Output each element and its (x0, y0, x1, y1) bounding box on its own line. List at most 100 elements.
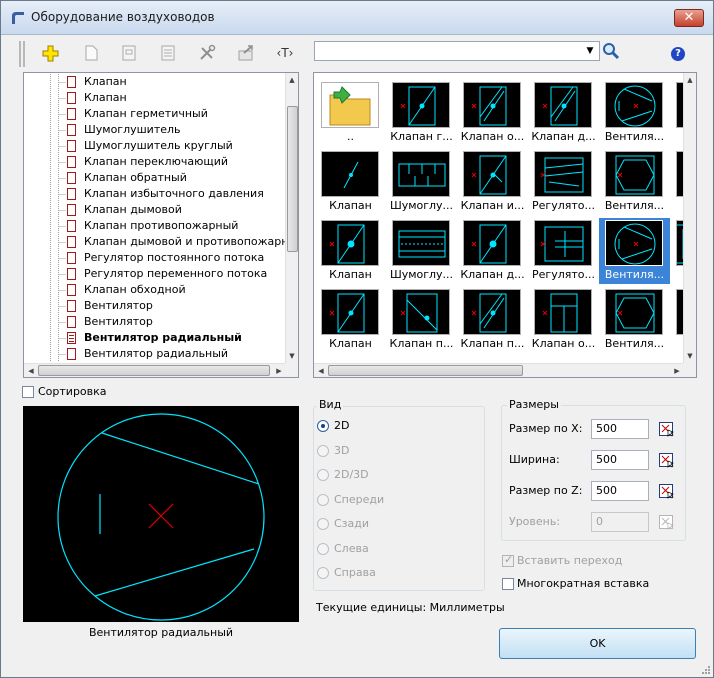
tree-item[interactable]: Вентилятор (24, 314, 286, 330)
export-button[interactable] (236, 43, 256, 63)
title-bar[interactable]: Оборудование воздуховодов ✕ (1, 1, 713, 35)
properties-button[interactable] (119, 43, 139, 63)
pick-size-button[interactable] (659, 422, 674, 437)
thumbnail-item[interactable]: Шумоглу... (386, 218, 457, 284)
thumbnail-label: Фил (670, 268, 684, 281)
scroll-down-icon[interactable]: ▼ (684, 350, 696, 362)
text-style-button[interactable]: ‹T› (275, 43, 295, 63)
thumbnail-label: Клапан д... (460, 268, 525, 281)
pick-size-button[interactable] (659, 453, 674, 468)
tree-item[interactable]: Вентилятор радиальный (24, 330, 286, 346)
scroll-right-icon[interactable]: ▶ (273, 365, 285, 377)
thumbnail-item[interactable]: Клапан д... (528, 80, 599, 146)
tree-item[interactable]: Клапан обратный (24, 170, 286, 186)
thumbnail-item[interactable]: Регулято... (528, 149, 599, 215)
thumbnail-horizontal-thumb[interactable] (328, 365, 523, 376)
thumbnail-item[interactable]: Шумоглу... (386, 149, 457, 215)
thumbnail-item[interactable]: Клапан п... (457, 287, 528, 353)
view-radio[interactable] (317, 420, 329, 432)
tree-vertical-thumb[interactable] (287, 106, 298, 252)
tree-horizontal-scrollbar[interactable]: ◀ ▶ (24, 363, 286, 377)
thumbnail-grid[interactable]: .. Клапан г... Клапан о... Клапан д... Венти… (313, 72, 697, 378)
tree-item[interactable]: Вентилятор радиальный (24, 346, 286, 362)
chevron-down-icon[interactable]: ▼ (584, 45, 596, 57)
thumbnail-item[interactable]: Клапан д... (457, 218, 528, 284)
size-input[interactable]: 500 (591, 450, 649, 470)
scroll-up-icon[interactable]: ▲ (286, 74, 298, 86)
app-icon (12, 12, 24, 24)
thumbnail-item[interactable]: Клапан (315, 149, 386, 215)
search-button[interactable] (601, 41, 621, 61)
thumbnail-item[interactable]: Клапан о... (457, 80, 528, 146)
tree-item[interactable]: Клапан обходной (24, 282, 286, 298)
scroll-corner (285, 363, 298, 377)
toolbar-grip[interactable] (19, 41, 25, 67)
tree-item[interactable]: Клапан дымовой и противопожарный (24, 234, 286, 250)
tree-item[interactable]: Шумоглушитель круглый (24, 138, 286, 154)
thumbnail-item[interactable]: Фил (670, 218, 684, 284)
thumbnail-vertical-scrollbar[interactable]: ▲ ▼ (683, 73, 696, 364)
list-button[interactable] (158, 43, 178, 63)
tools-button[interactable] (197, 43, 217, 63)
new-document-button[interactable] (81, 43, 101, 63)
tree-item[interactable]: Клапан дымовой (24, 202, 286, 218)
view-radio[interactable] (317, 518, 329, 530)
thumbnail-label: Клапан д... (531, 130, 596, 143)
thumbnail-item[interactable]: Вентиля... (599, 80, 670, 146)
scroll-left-icon[interactable]: ◀ (25, 365, 37, 377)
thumbnail-item[interactable]: .. (315, 80, 386, 146)
view-radio[interactable] (317, 567, 329, 579)
tree-item[interactable]: Клапан избыточного давления (24, 186, 286, 202)
scroll-right-icon[interactable]: ▶ (671, 365, 683, 377)
tree-item[interactable]: Клапан (24, 90, 286, 106)
pick-size-button[interactable] (659, 515, 674, 530)
tree-horizontal-thumb[interactable] (38, 365, 270, 376)
tree-item[interactable]: Клапан герметичный (24, 106, 286, 122)
scroll-up-icon[interactable]: ▲ (684, 74, 696, 86)
thumbnail-item[interactable]: Вен (670, 80, 684, 146)
help-icon[interactable]: ? (671, 47, 685, 61)
thumbnail-item[interactable]: Вентиля... (599, 287, 670, 353)
view-radio[interactable] (317, 493, 329, 506)
search-combobox[interactable]: ▼ (314, 41, 600, 61)
tree-item-label: Клапан обходной (84, 283, 186, 296)
thumbnail-item[interactable]: Клапан о... (528, 287, 599, 353)
view-radio[interactable] (317, 444, 329, 457)
equipment-tree[interactable]: Клапан Клапан Клапан герметичный Шумоглушит… (23, 72, 299, 378)
thumbnail-item[interactable]: Клапан (315, 218, 386, 284)
size-input[interactable]: 500 (591, 419, 649, 439)
thumbnail-item[interactable]: Клапан и... (457, 149, 528, 215)
sort-checkbox[interactable] (22, 386, 34, 398)
tree-item[interactable]: Клапан (24, 74, 286, 90)
scroll-down-icon[interactable]: ▼ (286, 350, 298, 362)
view-radio[interactable] (317, 469, 329, 481)
size-input[interactable]: 500 (591, 481, 649, 501)
add-button[interactable] (41, 43, 61, 63)
size-input[interactable]: 0 (591, 512, 649, 532)
document-icon (67, 236, 76, 248)
tree-item[interactable]: Клапан противопожарный (24, 218, 286, 234)
pick-size-button[interactable] (659, 484, 674, 499)
insert-transition-checkbox[interactable] (502, 553, 514, 567)
close-button[interactable]: ✕ (674, 9, 704, 27)
thumbnail-item[interactable]: Вен (670, 149, 684, 215)
thumbnail-item[interactable]: Клапан (315, 287, 386, 353)
tree-item[interactable]: Регулятор переменного потока (24, 266, 286, 282)
tree-item[interactable]: Регулятор постоянного потока (24, 250, 286, 266)
thumbnail-item[interactable]: Регулято... (528, 218, 599, 284)
thumbnail-horizontal-scrollbar[interactable]: ◀ ▶ (314, 363, 684, 377)
tree-item[interactable]: Шумоглушитель (24, 122, 286, 138)
resize-grip-icon[interactable] (701, 665, 711, 675)
ok-button[interactable]: OK (499, 628, 696, 659)
tree-vertical-scrollbar[interactable]: ▲ ▼ (285, 73, 298, 364)
thumbnail-item[interactable]: Кла (670, 287, 684, 353)
scroll-left-icon[interactable]: ◀ (315, 365, 327, 377)
tree-item[interactable]: Вентилятор (24, 298, 286, 314)
tree-item[interactable]: Клапан переключающий (24, 154, 286, 170)
thumbnail-item[interactable]: Вентиля... (599, 149, 670, 215)
thumbnail-item[interactable]: Клапан г... (386, 80, 457, 146)
view-radio[interactable] (317, 542, 329, 555)
thumbnail-item[interactable]: Вентиля... (599, 218, 670, 284)
thumbnail-item[interactable]: Клапан п... (386, 287, 457, 353)
multi-insert-checkbox[interactable] (502, 578, 514, 590)
